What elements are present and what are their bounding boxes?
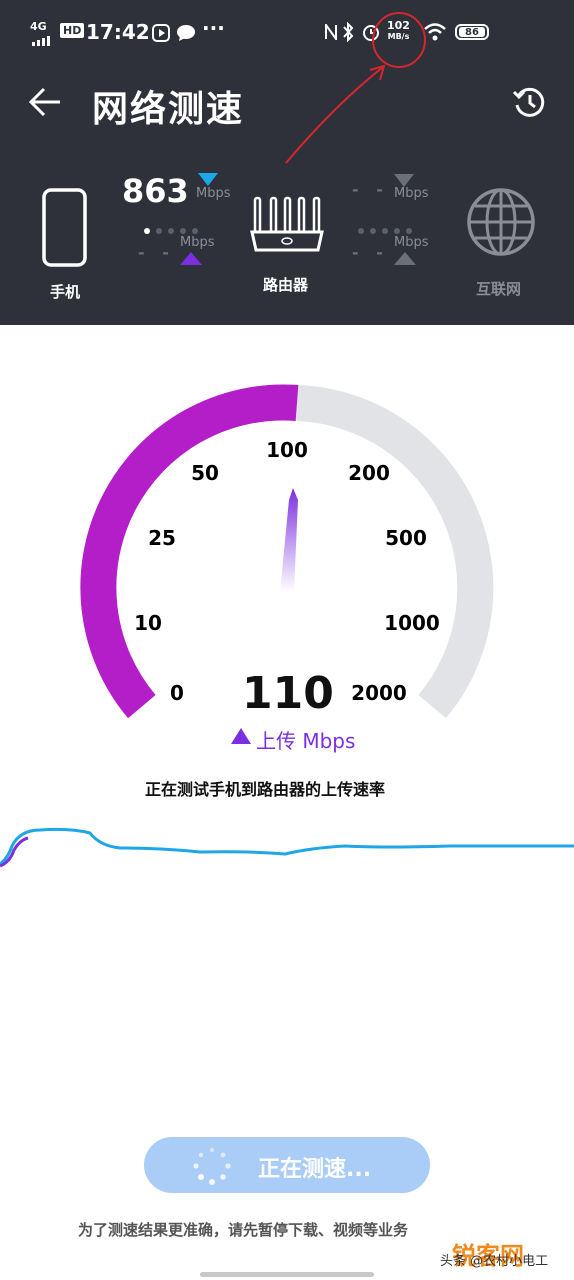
upload-direction-icon [231,728,251,748]
upload-unit-right: Mbps [394,235,429,250]
upload-placeholder-left: - - [138,243,175,262]
home-indicator[interactable] [200,1272,374,1277]
history-icon[interactable] [511,85,547,123]
download-unit-right: Mbps [394,186,429,201]
scale-10: 10 [134,611,162,635]
phone-label: 手机 [50,283,81,301]
loading-spinner-icon [192,1146,232,1190]
upload-speed-unit-left: Mbps [180,235,215,250]
scale-25: 25 [148,526,176,550]
test-status-text: 正在测试手机到路由器的上传速率 [145,780,386,799]
scale-100: 100 [266,438,308,462]
tip-text: 为了测速结果更准确，请先暂停下载、视频等业务 [78,1221,409,1239]
upload-placeholder-right: - - [352,243,389,262]
scale-1000: 1000 [384,611,440,635]
download-placeholder-right: - - [352,180,389,199]
router-icon [248,196,326,260]
back-arrow-icon[interactable] [28,86,62,122]
direction-label: 上传 Mbps [256,729,356,753]
scale-2000: 2000 [351,681,407,705]
scale-50: 50 [191,461,219,485]
page-title: 网络测速 [92,89,245,130]
download-speed-value: 863 [122,172,189,210]
globe-icon [465,186,537,262]
gauge-track [296,385,494,719]
internet-label: 互联网 [476,280,522,298]
upload-arrow-right-icon [394,251,416,270]
phone-icon [42,188,88,272]
router-label: 路由器 [263,276,309,294]
scale-500: 500 [385,526,427,550]
scale-0: 0 [170,681,184,705]
download-speed-unit: Mbps [196,186,231,201]
speed-graph [0,827,574,868]
testing-button-label[interactable]: 正在测速... [258,1151,371,1183]
current-speed-value: 110 [242,668,334,719]
watermark-sub: 头条 @农村小电工 [440,1254,549,1269]
scale-200: 200 [348,461,390,485]
gauge-needle [280,488,298,592]
upload-arrow-icon [180,251,202,270]
